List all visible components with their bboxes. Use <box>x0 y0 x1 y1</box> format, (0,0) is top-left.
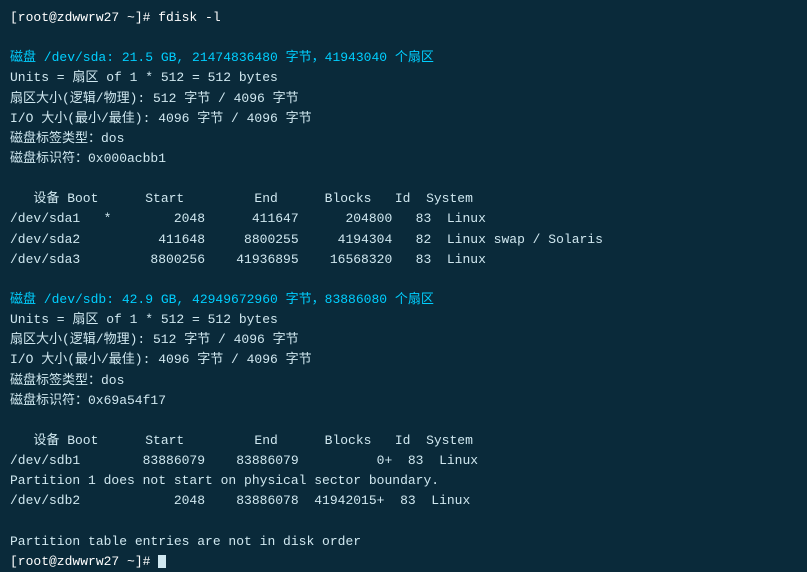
prompt2: [root@zdwwrw27 ~]# <box>10 552 797 572</box>
sda_table_header: 设备 Boot Start End Blocks Id System <box>10 189 797 209</box>
terminal: [root@zdwwrw27 ~]# fdisk -l 磁盘 /dev/sda:… <box>0 0 807 544</box>
sdb_info3: 扇区大小(逻辑/物理): 512 字节 / 4096 字节 <box>10 330 797 350</box>
sdb_table_header: 设备 Boot Start End Blocks Id System <box>10 431 797 451</box>
sda_info4: I/O 大小(最小/最佳): 4096 字节 / 4096 字节 <box>10 109 797 129</box>
sda_info5: 磁盘标签类型：dos <box>10 129 797 149</box>
sdb_info6: 磁盘标识符：0x69a54f17 <box>10 391 797 411</box>
sda2: /dev/sda2 411648 8800255 4194304 82 Linu… <box>10 230 797 250</box>
sdb_info2: Units = 扇区 of 1 * 512 = 512 bytes <box>10 310 797 330</box>
order_warn: Partition table entries are not in disk … <box>10 532 797 552</box>
sda1: /dev/sda1 * 2048 411647 204800 83 Linux <box>10 209 797 229</box>
blank-line-13 <box>10 270 797 290</box>
blank-line-20 <box>10 411 797 431</box>
sda_info1: 磁盘 /dev/sda: 21.5 GB, 21474836480 字节，419… <box>10 48 797 68</box>
sda3: /dev/sda3 8800256 41936895 16568320 83 L… <box>10 250 797 270</box>
sda_info2: Units = 扇区 of 1 * 512 = 512 bytes <box>10 68 797 88</box>
prompt1: [root@zdwwrw27 ~]# fdisk -l <box>10 8 797 28</box>
cursor <box>158 555 166 568</box>
sdb1_warn: Partition 1 does not start on physical s… <box>10 471 797 491</box>
sdb_info4: I/O 大小(最小/最佳): 4096 字节 / 4096 字节 <box>10 350 797 370</box>
sdb2: /dev/sdb2 2048 83886078 41942015+ 83 Lin… <box>10 491 797 511</box>
blank-line-25 <box>10 512 797 532</box>
sdb_info5: 磁盘标签类型：dos <box>10 371 797 391</box>
sda_info6: 磁盘标识符：0x000acbb1 <box>10 149 797 169</box>
blank-line-8 <box>10 169 797 189</box>
sdb1: /dev/sdb1 83886079 83886079 0+ 83 Linux <box>10 451 797 471</box>
blank-line-1 <box>10 28 797 48</box>
sda_info3: 扇区大小(逻辑/物理): 512 字节 / 4096 字节 <box>10 89 797 109</box>
sdb_info1: 磁盘 /dev/sdb: 42.9 GB, 42949672960 字节，838… <box>10 290 797 310</box>
